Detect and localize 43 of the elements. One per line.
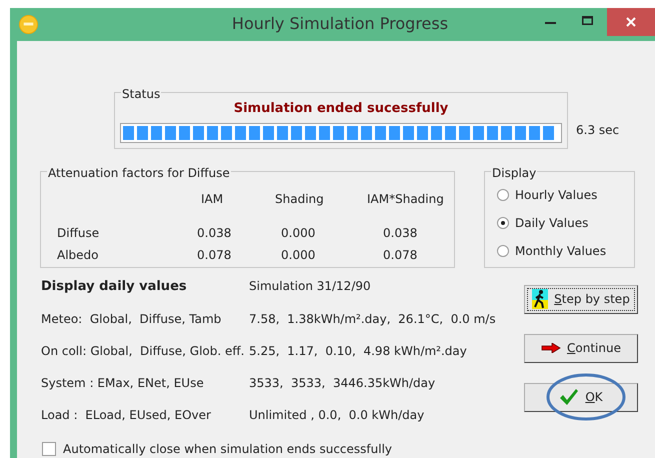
table-cell-text: 0.078 <box>196 246 232 264</box>
value-text: 3533, 3533, 3446.35kWh/day <box>249 375 436 392</box>
step-button[interactable]: Step by step <box>524 284 638 314</box>
arrow-icon <box>541 343 561 353</box>
radio-label: Monthly Values <box>515 242 606 260</box>
section-heading: Display daily values <box>41 278 188 296</box>
app-icon <box>19 14 38 34</box>
minimize-icon[interactable] <box>545 22 556 25</box>
value-label: Meteo: Global, Diffuse, Tamb <box>41 311 222 328</box>
column-header: Shading <box>274 190 325 208</box>
elapsed-time: 6.3 sec <box>576 122 620 139</box>
radio-label: Daily Values <box>515 214 588 232</box>
value-label: Load : ELoad, EUsed, EOver <box>41 407 212 424</box>
table-cell-text: 0.038 <box>382 224 418 242</box>
walking-figure-icon <box>532 289 548 309</box>
column-header: IAM <box>200 190 224 208</box>
simulation-date: Simulation 31/12/90 <box>249 278 372 294</box>
continue-button[interactable]: Continue <box>524 334 638 362</box>
maximize-icon[interactable] <box>582 16 593 25</box>
checkmark-icon <box>559 388 580 406</box>
radio-button[interactable] <box>497 188 509 200</box>
table-cell-text: 0.000 <box>280 224 316 242</box>
close-icon <box>626 17 636 27</box>
checkbox-label: Automatically close when simulation ends successfully <box>63 441 392 458</box>
value-text: 7.58, 1.38kWh/m².day, 26.1°C, 0.0 m/s <box>249 311 497 328</box>
table-cell-text: 0.038 <box>196 224 232 242</box>
radio-button[interactable] <box>497 216 509 228</box>
column-header: IAM*Shading <box>366 190 445 208</box>
row-label: Albedo <box>57 246 100 264</box>
value-text: 5.25, 1.17, 0.10, 4.98 kWh/m².day <box>249 343 468 360</box>
radio-button[interactable] <box>497 244 509 256</box>
value-text: Unlimited , 0.0, 0.0 kWh/day <box>249 407 426 424</box>
table-cell-text: 0.000 <box>280 246 316 264</box>
radio-label: Hourly Values <box>515 186 598 204</box>
window-title: Hourly Simulation Progress <box>230 13 450 36</box>
value-label: On coll: Global, Diffuse, Glob. eff. <box>41 343 246 360</box>
ok-button[interactable]: OK <box>524 382 638 412</box>
checkbox[interactable] <box>42 442 56 456</box>
close-button[interactable] <box>607 8 655 36</box>
value-label: System : EMax, ENet, EUse <box>41 375 205 392</box>
table-cell-text: 0.078 <box>382 246 418 264</box>
status-message: Simulation ended sucessfully <box>234 100 448 118</box>
row-label: Diffuse <box>57 224 100 242</box>
